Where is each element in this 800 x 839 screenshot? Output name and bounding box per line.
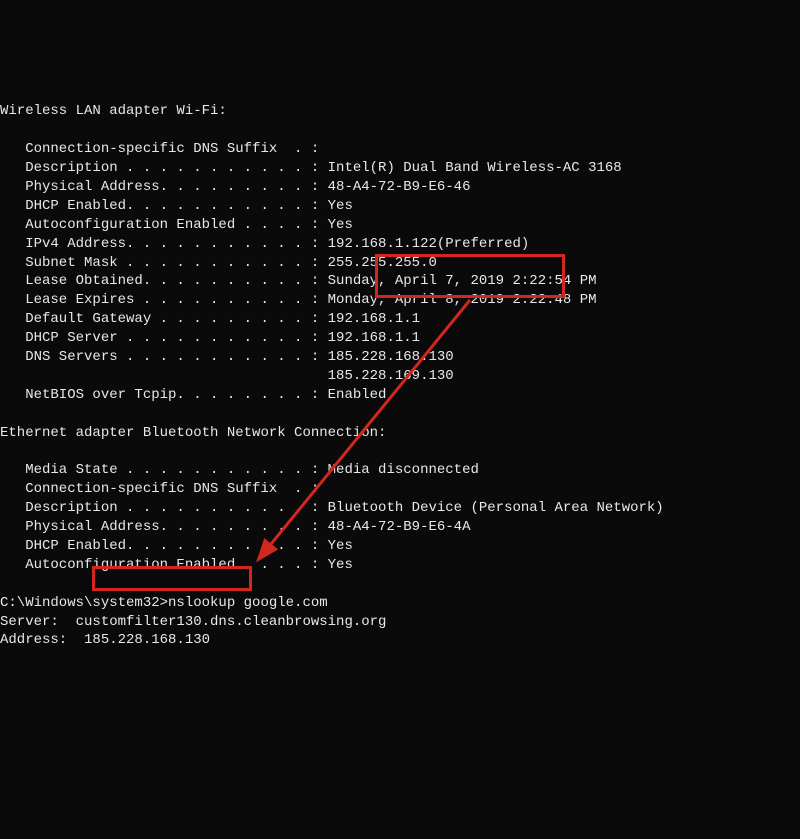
wifi-physical-address: Physical Address. . . . . . . . . : 48-A… [0,179,470,195]
wifi-dns1: DNS Servers . . . . . . . . . . . : 185.… [0,349,454,365]
wifi-description: Description . . . . . . . . . . . : Inte… [0,160,622,176]
nslookup-address: Address: 185.228.168.130 [0,632,210,648]
wifi-header: Wireless LAN adapter Wi-Fi: [0,103,227,119]
bt-media-state: Media State . . . . . . . . . . . : Medi… [0,462,479,478]
wifi-lease-expires: Lease Expires . . . . . . . . . . : Mond… [0,292,597,308]
wifi-dns2: 185.228.169.130 [0,368,454,384]
wifi-dhcp-server: DHCP Server . . . . . . . . . . . : 192.… [0,330,420,346]
wifi-subnet: Subnet Mask . . . . . . . . . . . : 255.… [0,255,437,271]
nslookup-server: Server: customfilter130.dns.cleanbrowsin… [0,614,386,630]
bt-dns-suffix: Connection-specific DNS Suffix . : [0,481,319,497]
wifi-ipv4: IPv4 Address. . . . . . . . . . . : 192.… [0,236,529,252]
wifi-dhcp-enabled: DHCP Enabled. . . . . . . . . . . : Yes [0,198,353,214]
bt-autoconfig: Autoconfiguration Enabled . . . . : Yes [0,557,353,573]
command-prompt: C:\Windows\system32>nslookup google.com [0,595,328,611]
wifi-autoconfig: Autoconfiguration Enabled . . . . : Yes [0,217,353,233]
bt-physical-address: Physical Address. . . . . . . . . : 48-A… [0,519,470,535]
wifi-dns-suffix: Connection-specific DNS Suffix . : [0,141,319,157]
bt-header: Ethernet adapter Bluetooth Network Conne… [0,425,386,441]
wifi-netbios: NetBIOS over Tcpip. . . . . . . . : Enab… [0,387,386,403]
bt-dhcp-enabled: DHCP Enabled. . . . . . . . . . . : Yes [0,538,353,554]
bt-description: Description . . . . . . . . . . . : Blue… [0,500,664,516]
wifi-lease-obtained: Lease Obtained. . . . . . . . . . : Sund… [0,273,597,289]
wifi-default-gateway: Default Gateway . . . . . . . . . : 192.… [0,311,420,327]
terminal-output: Wireless LAN adapter Wi-Fi: Connection-s… [0,84,800,651]
